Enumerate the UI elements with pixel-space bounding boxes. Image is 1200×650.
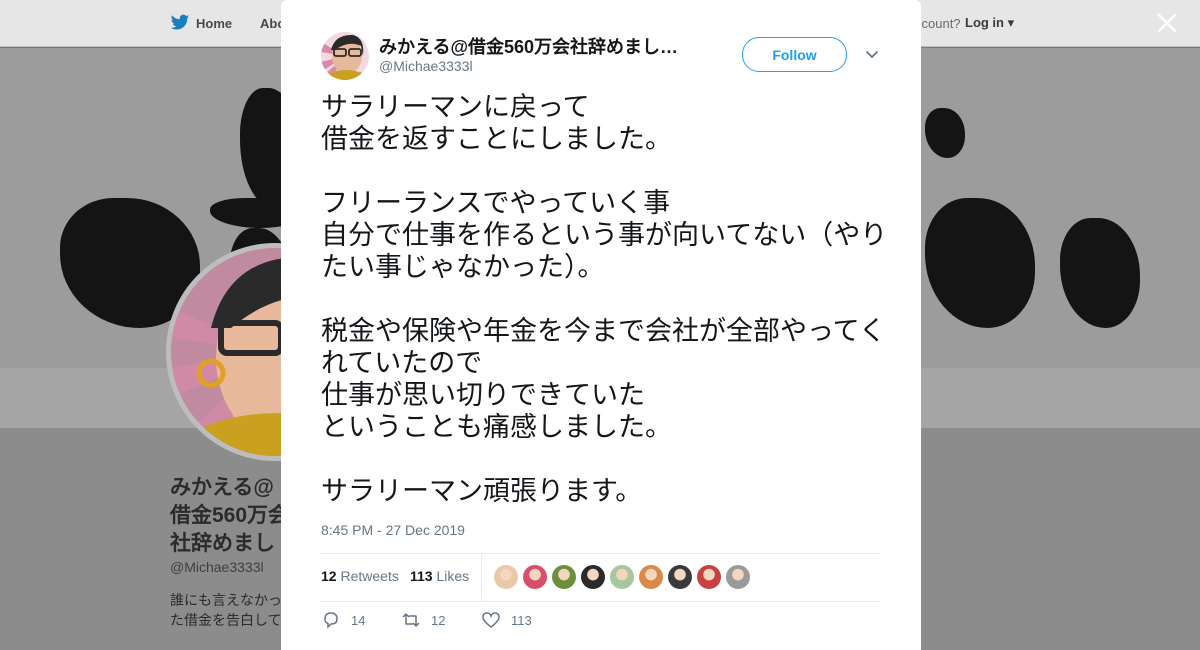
liker-avatar[interactable] — [552, 565, 576, 589]
heart-icon — [482, 612, 500, 628]
profile-name: みかえる@借金560万会社辞めました。借金返す事にしました。 — [170, 476, 290, 555]
retweets-count: 12 — [321, 568, 337, 584]
stats-divider — [481, 554, 482, 601]
like-count: 113 — [511, 612, 532, 628]
liker-avatar[interactable] — [494, 565, 518, 589]
tweet-line: サラリーマン頑張ります。 — [321, 476, 643, 507]
tweet-line: ということも痛感しました。 — [321, 412, 672, 443]
login-label: Log in — [965, 15, 1004, 30]
author-avatar[interactable] — [321, 32, 369, 80]
retweet-button[interactable]: 12 — [401, 610, 445, 630]
liker-avatar[interactable] — [668, 565, 692, 589]
tweet-text: サラリーマンに戻って 借金を返すことにしました。 フリーランスでやっていく事 自… — [321, 92, 891, 508]
liker-avatar[interactable] — [610, 565, 634, 589]
tweet-line: フリーランスでやっていく事 — [321, 188, 671, 219]
account-prompt: ccount? — [915, 16, 961, 31]
liker-avatar[interactable] — [523, 565, 547, 589]
reply-icon — [324, 612, 338, 629]
liker-avatar[interactable] — [726, 565, 750, 589]
nav-home-label: Home — [196, 15, 233, 31]
profile-handle: @Michae3333l — [170, 559, 264, 575]
nav-home-link[interactable]: Home — [170, 14, 232, 32]
tweet-actions: 14 12 113 — [321, 610, 881, 634]
retweets-label: Retweets — [340, 568, 399, 584]
liker-avatar[interactable] — [697, 565, 721, 589]
reply-count: 14 — [351, 612, 366, 628]
like-button[interactable]: 113 — [481, 610, 532, 630]
tweet-line: 税金や保険や年金を今まで会社が全部やってくれていたので — [321, 316, 886, 379]
author-name[interactable]: みかえる@借金560万会社辞めまし… — [379, 33, 699, 59]
liker-avatar[interactable] — [581, 565, 605, 589]
tweet-line: サラリーマンに戻って — [321, 92, 590, 123]
tweet-line: 自分で仕事を作るという事が向いてない（やりたい事じゃなかった）。 — [321, 220, 888, 283]
tweet-timestamp[interactable]: 8:45 PM - 27 Dec 2019 — [321, 522, 465, 538]
liker-avatars — [494, 565, 750, 589]
likes-label: Likes — [436, 568, 470, 584]
chevron-down-icon[interactable] — [864, 46, 880, 62]
twitter-bird-icon — [170, 14, 190, 30]
retweets-stat[interactable]: 12 Retweets — [321, 568, 399, 584]
tweet-stats: 12 Retweets 113 Likes — [321, 553, 881, 602]
profile-bio: 誰にも言えなかった借金を告白して生きるのが — [170, 592, 282, 628]
liker-avatar[interactable] — [639, 565, 663, 589]
retweet-icon — [402, 613, 420, 627]
follow-button[interactable]: Follow — [742, 37, 847, 72]
tweet-line: 借金を返すことにしました。 — [321, 124, 672, 155]
likes-stat[interactable]: 113 Likes — [410, 568, 469, 584]
tweet-modal: みかえる@借金560万会社辞めまし… @Michae3333l Follow サ… — [281, 0, 921, 650]
close-icon[interactable] — [1152, 8, 1182, 38]
likes-count: 113 — [410, 568, 433, 584]
reply-button[interactable]: 14 — [321, 610, 365, 630]
login-link[interactable]: Log in ▾ — [965, 15, 1014, 31]
retweet-count: 12 — [431, 612, 446, 628]
author-handle[interactable]: @Michae3333l — [379, 58, 473, 74]
tweet-line: 仕事が思い切りできていた — [321, 380, 645, 411]
